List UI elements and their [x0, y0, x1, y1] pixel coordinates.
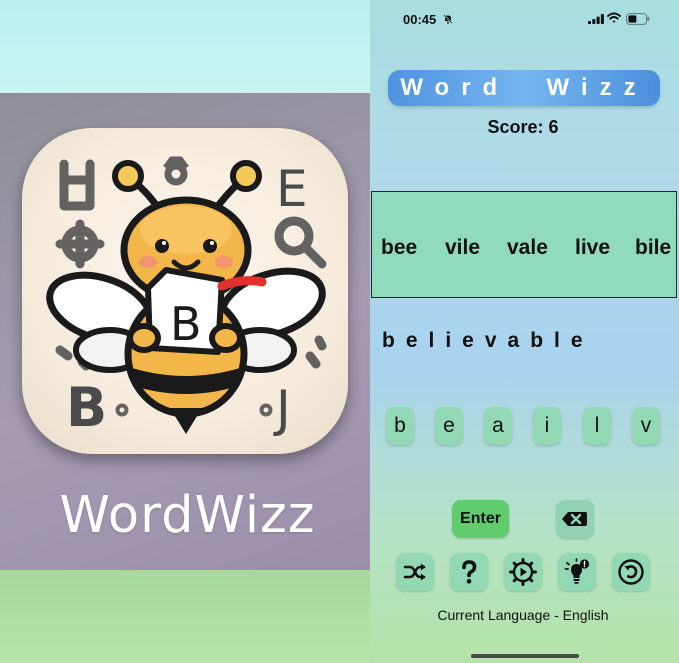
home-indicator[interactable]	[471, 654, 579, 658]
battery-icon	[626, 13, 650, 25]
score-label: Score: 6	[487, 117, 559, 137]
shuffle-icon	[403, 563, 426, 581]
reset-icon	[618, 559, 644, 585]
wifi-icon	[607, 12, 621, 23]
bell-slash-icon	[443, 14, 453, 24]
cellular-signal-icon	[588, 14, 604, 24]
bee-mascot-illustration: E B J B	[46, 156, 327, 439]
letter-tile[interactable]: b	[386, 407, 414, 445]
phone-screen: 00:45 Word Wizz Score: 6 bee vile vale l…	[370, 0, 679, 663]
app-icon: E B J B	[22, 128, 348, 454]
found-word: vale	[507, 236, 548, 259]
found-word: bile	[635, 236, 672, 259]
icon-letter-e: E	[276, 160, 308, 218]
letter-tile[interactable]: i	[533, 407, 561, 445]
help-icon	[462, 560, 477, 584]
app-title-banner: Word Wizz	[388, 70, 660, 106]
shuffle-button[interactable]	[396, 553, 434, 591]
letter-tile[interactable]: l	[583, 407, 611, 445]
help-button[interactable]	[450, 553, 488, 591]
letter-tile[interactable]: v	[632, 407, 660, 445]
current-language-label: Current Language - English	[437, 607, 609, 623]
settings-gear-icon	[509, 558, 537, 586]
promo-app-name: WordWizz	[59, 486, 316, 545]
found-word: vile	[445, 236, 481, 259]
promo-grass-band	[0, 570, 370, 663]
reset-button[interactable]	[612, 553, 650, 591]
icon-letter-b-corner: B	[66, 376, 107, 439]
letter-tile[interactable]: e	[435, 407, 463, 445]
status-time: 00:45	[403, 12, 437, 27]
scrambled-word: believable	[382, 329, 594, 352]
found-word: live	[575, 236, 611, 259]
promo-sky-band	[0, 0, 370, 93]
found-word: bee	[381, 236, 418, 259]
settings-button[interactable]	[504, 553, 542, 591]
enter-button[interactable]: Enter	[452, 500, 509, 538]
hint-lightbulb-icon	[564, 558, 590, 584]
promo-panel: E B J B WordWizz	[0, 0, 370, 663]
hint-button[interactable]	[558, 553, 596, 591]
backspace-button[interactable]	[556, 500, 594, 538]
icon-letter-b-sign: B	[170, 297, 202, 351]
icon-letter-j: J	[273, 380, 291, 438]
letter-tile[interactable]: a	[484, 407, 512, 445]
found-words-box: bee vile vale live bile	[371, 191, 677, 298]
delete-backward-icon	[562, 512, 587, 526]
